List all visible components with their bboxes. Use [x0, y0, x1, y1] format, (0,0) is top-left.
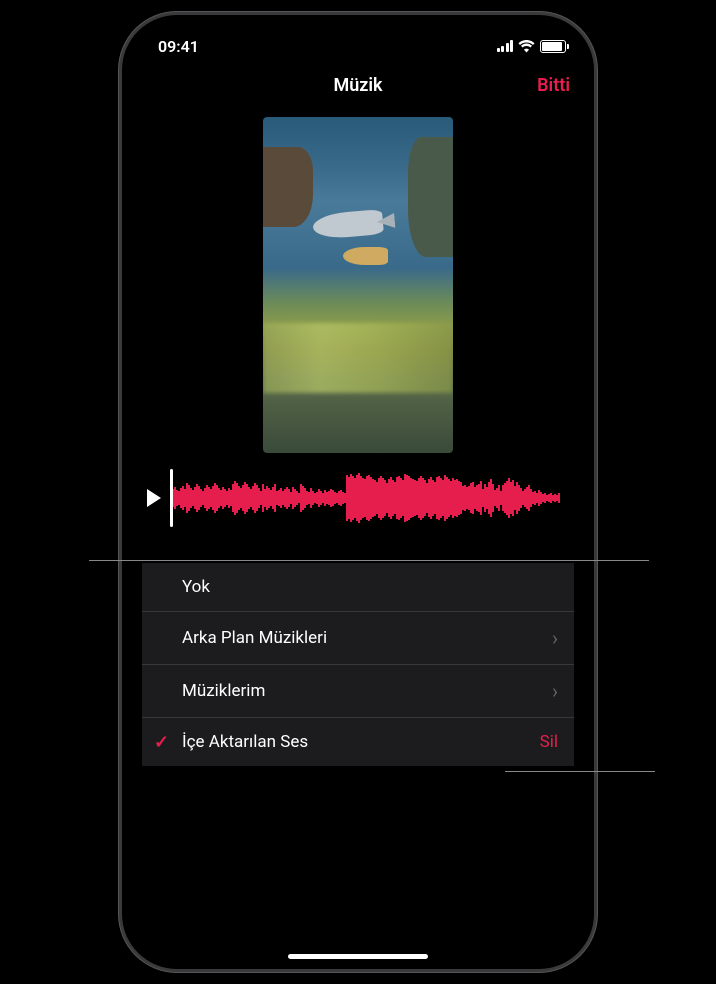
video-preview-area [142, 107, 574, 471]
waveform-bar [558, 493, 560, 503]
play-icon [147, 489, 161, 507]
wifi-icon [518, 40, 535, 53]
chevron-right-icon: › [552, 679, 558, 703]
checkmark-icon: ✓ [154, 732, 169, 753]
audio-waveform[interactable] [170, 471, 574, 525]
battery-icon [540, 40, 566, 53]
status-indicators [497, 40, 567, 53]
annotation-line [505, 771, 655, 772]
done-button[interactable]: Bitti [537, 75, 570, 96]
status-time: 09:41 [158, 37, 199, 56]
play-button[interactable] [142, 486, 166, 510]
option-imported-audio[interactable]: ✓ İçe Aktarılan Ses Sil [142, 718, 574, 766]
option-label: Arka Plan Müzikleri [182, 628, 552, 648]
option-soundtracks[interactable]: Arka Plan Müzikleri › [142, 612, 574, 665]
audio-waveform-row [142, 471, 574, 525]
chevron-right-icon: › [552, 626, 558, 650]
playhead-indicator[interactable] [170, 469, 173, 527]
navigation-bar: Müzik Bitti [122, 63, 594, 107]
option-my-music[interactable]: Müziklerim › [142, 665, 574, 718]
option-none[interactable]: Yok [142, 563, 574, 612]
phone-frame: 09:41 Müzik Bitti [119, 12, 597, 972]
delete-button[interactable]: Sil [540, 732, 558, 752]
video-preview-thumbnail[interactable] [263, 117, 453, 453]
annotation-line [89, 560, 649, 561]
music-options-list: Yok Arka Plan Müzikleri › Müziklerim › ✓… [142, 563, 574, 766]
option-label: İçe Aktarılan Ses [182, 732, 540, 752]
option-label: Yok [182, 577, 558, 597]
home-indicator[interactable] [288, 954, 428, 959]
page-title: Müzik [333, 75, 382, 96]
option-label: Müziklerim [182, 681, 552, 701]
notch [258, 15, 458, 47]
cellular-signal-icon [497, 40, 514, 52]
